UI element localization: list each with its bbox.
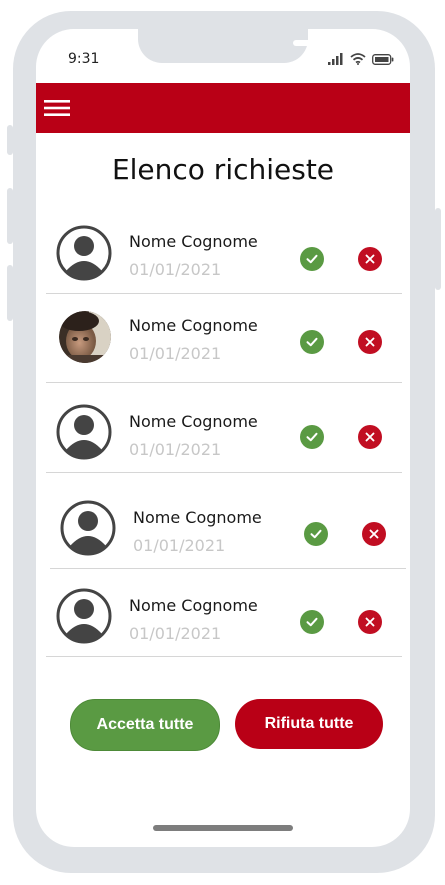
avatar-icon [56, 404, 112, 460]
request-date: 01/01/2021 [129, 344, 222, 363]
request-name: Nome Cognome [129, 596, 258, 615]
phone-screen: 9:31 Elenco richieste Nome Cognome 01/01… [36, 29, 410, 847]
request-name: Nome Cognome [129, 316, 258, 335]
accept-button[interactable] [300, 330, 324, 354]
page-title: Elenco richieste [111, 153, 335, 186]
accept-button[interactable] [300, 425, 324, 449]
reject-button[interactable] [358, 610, 382, 634]
row-divider [46, 382, 402, 383]
request-name: Nome Cognome [129, 412, 258, 431]
front-camera [369, 35, 383, 49]
check-icon [306, 254, 318, 264]
notch [138, 29, 383, 63]
avatar-icon [56, 225, 112, 281]
reject-all-button[interactable]: Rifiuta tutte [235, 699, 383, 749]
accept-button[interactable] [300, 247, 324, 271]
side-button-volume-down [7, 265, 13, 321]
accept-button[interactable] [300, 610, 324, 634]
close-icon [369, 529, 379, 539]
request-name: Nome Cognome [133, 508, 262, 527]
avatar-icon [56, 588, 112, 644]
signal-icon [328, 53, 343, 65]
close-icon [365, 432, 375, 442]
close-icon [365, 337, 375, 347]
check-icon [306, 617, 318, 627]
app-bar [36, 83, 410, 133]
accept-all-button[interactable]: Accetta tutte [70, 699, 220, 751]
close-icon [365, 617, 375, 627]
request-date: 01/01/2021 [129, 624, 222, 643]
request-name: Nome Cognome [129, 232, 258, 251]
photo-avatar [59, 311, 111, 363]
accept-button[interactable] [304, 522, 328, 546]
battery-icon [372, 53, 394, 65]
row-divider [46, 472, 402, 473]
status-time: 9:31 [68, 51, 100, 67]
close-icon [365, 254, 375, 264]
request-date: 01/01/2021 [129, 260, 222, 279]
row-divider [50, 568, 406, 569]
avatar-icon [60, 500, 116, 556]
status-icons [328, 53, 394, 65]
check-icon [306, 432, 318, 442]
speaker [293, 40, 355, 46]
check-icon [306, 337, 318, 347]
row-divider [46, 656, 402, 657]
check-icon [310, 529, 322, 539]
side-button-volume-up [7, 188, 13, 244]
hamburger-icon[interactable] [44, 99, 70, 117]
reject-button[interactable] [358, 425, 382, 449]
home-indicator [153, 825, 293, 831]
side-button-mute [7, 125, 13, 155]
request-date: 01/01/2021 [133, 536, 226, 555]
row-divider [46, 293, 402, 294]
request-date: 01/01/2021 [129, 440, 222, 459]
reject-button[interactable] [362, 522, 386, 546]
wifi-icon [350, 53, 366, 65]
side-button-power [435, 208, 441, 290]
reject-button[interactable] [358, 330, 382, 354]
reject-button[interactable] [358, 247, 382, 271]
